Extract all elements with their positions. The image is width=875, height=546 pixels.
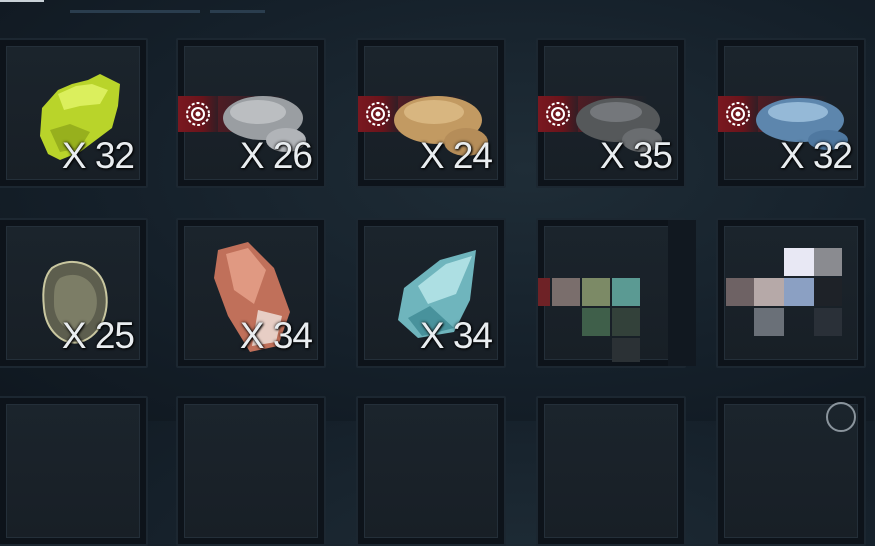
lock-icon[interactable] bbox=[826, 402, 856, 432]
inventory-slot-coal-ore[interactable]: X 35 bbox=[536, 38, 686, 188]
item-quantity: X 34 bbox=[419, 315, 493, 356]
item-quantity: X 25 bbox=[61, 315, 135, 356]
inventory-slot-grey-stone[interactable]: X 26 bbox=[176, 38, 326, 188]
inventory-slot-empty[interactable] bbox=[536, 396, 686, 546]
inventory-slot-blue-ore[interactable]: X 32 bbox=[716, 38, 866, 188]
inventory-slot-pixelated-item[interactable] bbox=[536, 218, 696, 368]
item-quantity: X 24 bbox=[419, 135, 493, 176]
item-quantity: X 32 bbox=[61, 135, 135, 176]
item-quantity: X 32 bbox=[779, 135, 853, 176]
inventory-slot-empty[interactable] bbox=[0, 396, 148, 546]
pixelated-item-icon bbox=[538, 278, 550, 306]
inventory-slot-pixelated-item[interactable] bbox=[716, 218, 866, 368]
inventory-slot-rose-quartz[interactable]: X 34 bbox=[176, 218, 326, 368]
inventory-slot-empty[interactable] bbox=[176, 396, 326, 546]
inventory-slot-pyrite-ore[interactable]: X 25 bbox=[0, 218, 148, 368]
item-quantity: X 34 bbox=[239, 315, 313, 356]
inventory-grid: X 32 X 26 X 24 X 35 X 32 X 25 X 34 X 34 bbox=[0, 0, 875, 546]
inventory-slot-cyan-crystal[interactable]: X 34 bbox=[356, 218, 506, 368]
item-quantity: X 26 bbox=[239, 135, 313, 176]
inventory-slot-sandstone[interactable]: X 24 bbox=[356, 38, 506, 188]
inventory-slot-empty[interactable] bbox=[356, 396, 506, 546]
pixelated-item-icon bbox=[784, 248, 814, 276]
item-quantity: X 35 bbox=[599, 135, 673, 176]
inventory-slot-sulfur-ore[interactable]: X 32 bbox=[0, 38, 148, 188]
